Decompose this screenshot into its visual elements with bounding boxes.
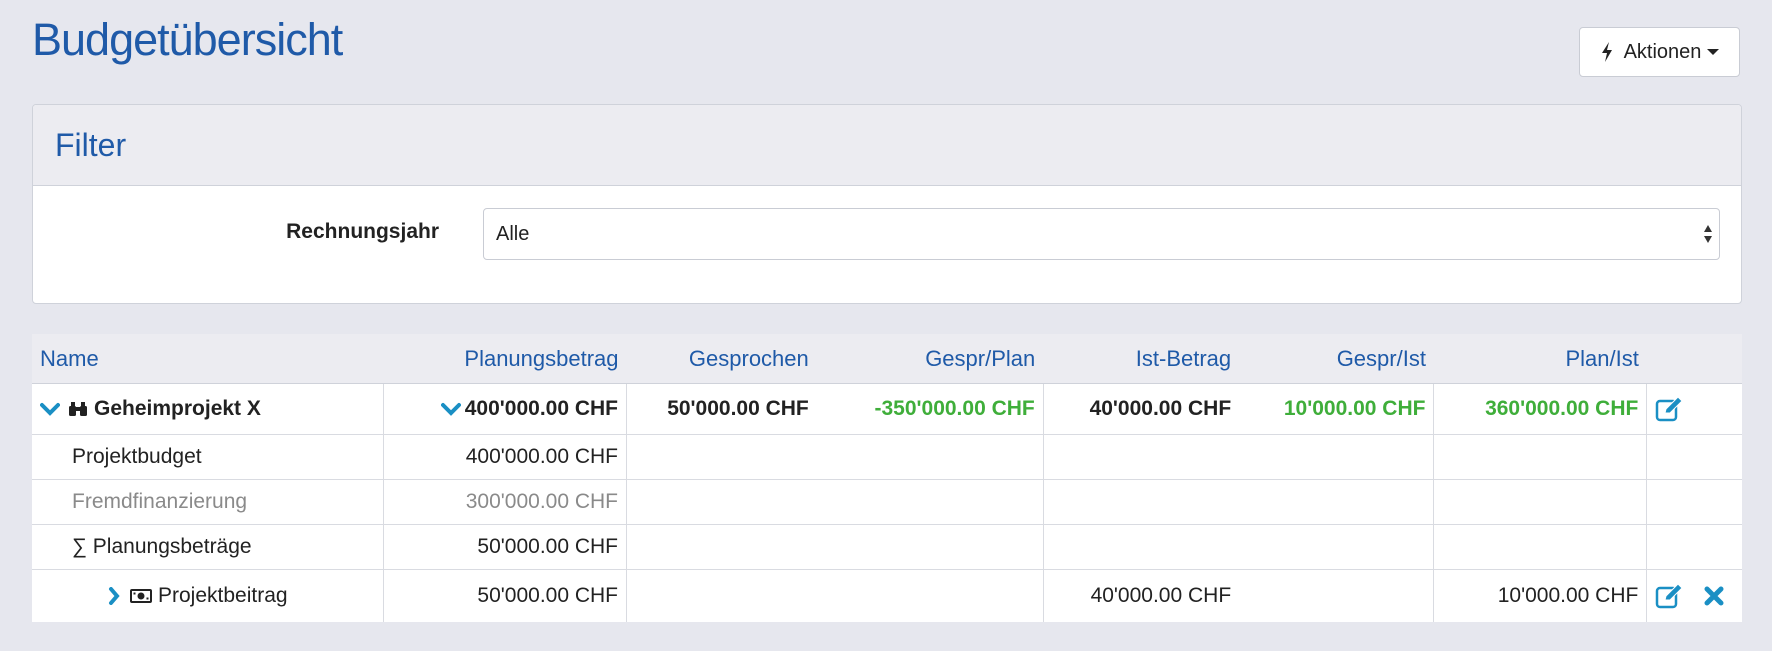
edit-icon[interactable] [1655,583,1684,609]
table-row: Projektbudget 400'000.00 CHF [32,434,1742,480]
empty-cell [1433,524,1647,570]
project-planungsbetrag-value: 400'000.00 CHF [464,397,619,420]
empty-cell [626,479,817,525]
row-planungsbetrag: 400'000.00 CHF [382,434,627,480]
money-icon [130,589,152,603]
row-planungsbetrag: 50'000.00 CHF [382,524,627,570]
empty-cell [1042,479,1240,525]
project-ist-betrag: 40'000.00 CHF [1042,383,1240,435]
empty-cell [1239,434,1434,480]
empty-cell [1042,434,1240,480]
beitrag-plan-ist: 10'000.00 CHF [1433,569,1647,622]
beitrag-row: Projektbeitrag 50'000.00 CHF 40'000.00 C… [32,569,1742,623]
collapse-chevron-icon[interactable] [440,402,461,417]
empty-cell [626,434,817,480]
project-actions-cell [1646,383,1742,435]
empty-cell [1646,479,1742,525]
table-header-row: Name Planungsbetrag Gesprochen Gespr/Pla… [32,334,1742,384]
project-name[interactable]: Geheimprojekt X [94,397,261,421]
collapse-chevron-icon[interactable] [40,402,60,416]
delete-icon[interactable] [1703,585,1725,607]
filter-panel-header: Filter [33,105,1741,186]
expand-chevron-icon[interactable] [108,587,120,605]
edit-icon[interactable] [1655,396,1684,422]
project-planungsbetrag: 400'000.00 CHF [382,383,627,435]
rechnungsjahr-select[interactable]: Alle [483,208,1720,260]
beitrag-ist-betrag: 40'000.00 CHF [1042,569,1240,622]
empty-cell [1042,524,1240,570]
row-name: ∑ Planungsbeträge [32,524,384,570]
project-name-cell: Geheimprojekt X [32,383,384,435]
binoculars-icon [69,402,87,416]
empty-cell [626,569,817,622]
beitrag-name-cell: Projektbeitrag [32,570,383,623]
table-row: ∑ Planungsbeträge 50'000.00 CHF [32,524,1742,570]
caret-down-icon [1707,49,1720,55]
project-plan-ist: 360'000.00 CHF [1433,383,1647,435]
project-gespr-plan: -350'000.00 CHF [816,383,1044,435]
empty-cell [1433,479,1647,525]
column-header-plan-ist: Plan/Ist [1433,334,1647,384]
actions-dropdown-button[interactable]: Aktionen [1579,27,1740,77]
rechnungsjahr-selected: Alle [496,222,530,245]
column-header-name: Name [32,334,384,384]
row-name: Fremdfinanzierung [32,479,384,525]
empty-cell [1433,434,1647,480]
bolt-icon [1601,42,1612,62]
column-header-ist-betrag: Ist-Betrag [1043,334,1240,384]
rechnungsjahr-label: Rechnungsjahr [286,220,439,243]
empty-cell [816,434,1044,480]
table-row: Fremdfinanzierung 300'000.00 CHF [32,479,1742,525]
select-updown-icon [1704,225,1712,243]
empty-cell [1239,479,1434,525]
beitrag-actions-cell [1646,569,1742,622]
row-planungsbetrag: 300'000.00 CHF [382,479,627,525]
beitrag-name[interactable]: Projektbeitrag [158,584,288,608]
page-title: Budgetübersicht [32,14,343,65]
empty-cell [816,479,1044,525]
column-header-gespr-plan: Gespr/Plan [816,334,1044,384]
budget-table: Name Planungsbetrag Gesprochen Gespr/Pla… [32,334,1742,622]
project-gespr-ist: 10'000.00 CHF [1239,383,1434,435]
empty-cell [1239,524,1434,570]
project-row: Geheimprojekt X 400'000.00 CHF 50'000.00… [32,383,1742,435]
empty-cell [1646,524,1742,570]
empty-cell [1239,570,1434,623]
column-header-gespr-ist: Gespr/Ist [1239,334,1434,384]
row-name: Projektbudget [32,434,384,480]
empty-cell [816,524,1044,570]
column-header-gesprochen: Gesprochen [626,334,817,384]
empty-cell [1646,434,1742,480]
filter-title: Filter [55,126,127,163]
beitrag-planungsbetrag: 50'000.00 CHF [382,569,627,622]
empty-cell [817,570,1043,623]
empty-cell [626,524,817,570]
actions-label: Aktionen [1623,40,1702,63]
filter-panel: Filter Rechnungsjahr Alle [32,104,1742,304]
column-header-planungsbetrag: Planungsbetrag [383,334,627,384]
project-gesprochen: 50'000.00 CHF [626,383,817,435]
column-header-actions [1646,334,1742,384]
